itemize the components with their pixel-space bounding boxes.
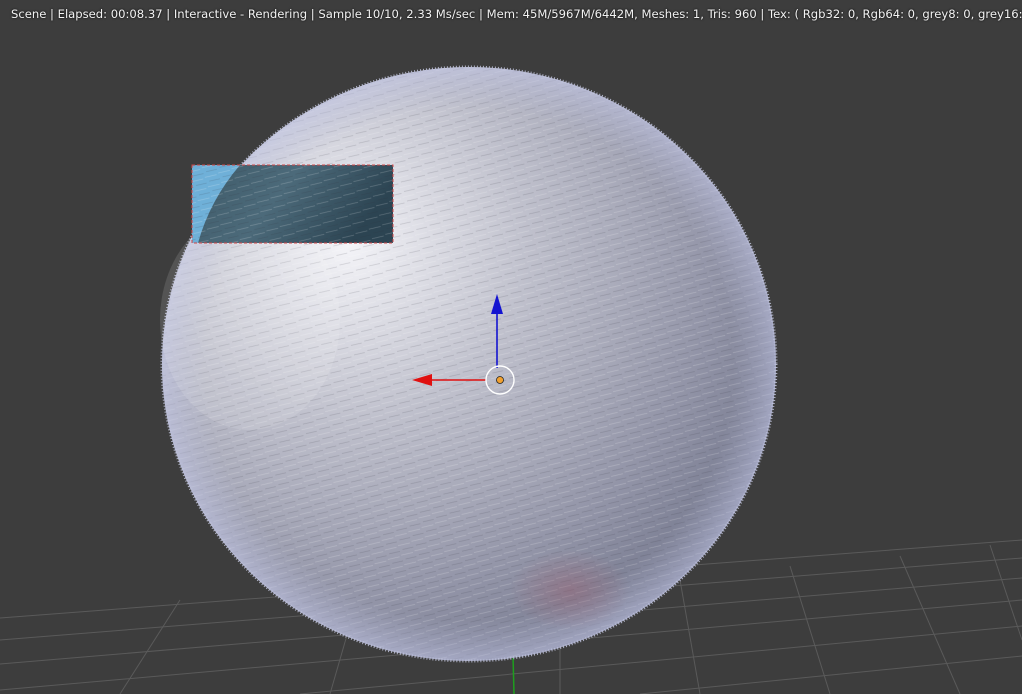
fur-sphere — [160, 65, 778, 663]
render-preview-region — [191, 164, 394, 244]
render-status-text: Scene | Elapsed: 00:08.37 | Interactive … — [0, 0, 1022, 28]
y-axis-line — [512, 654, 515, 694]
viewport-scene — [0, 65, 1022, 694]
3d-viewport[interactable]: Scene | Elapsed: 00:08.37 | Interactive … — [0, 0, 1022, 694]
